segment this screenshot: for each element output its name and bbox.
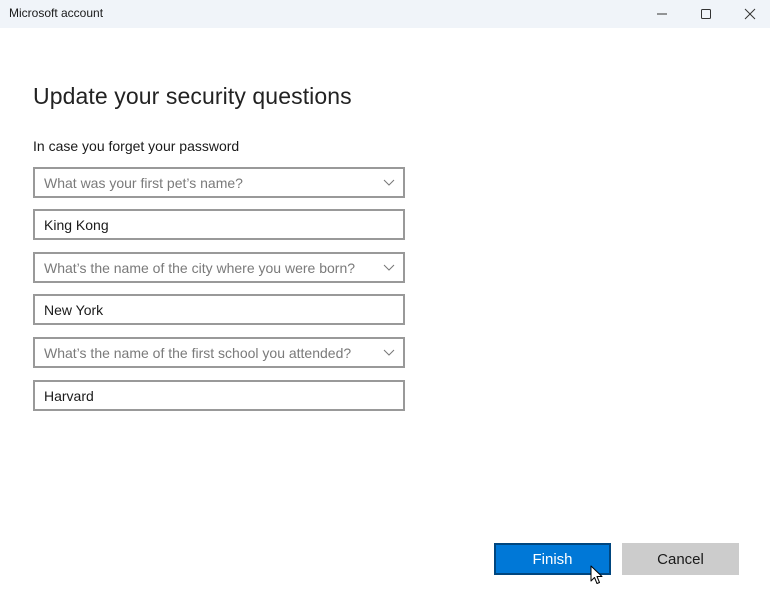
chevron-down-icon (383, 179, 395, 186)
security-question-2-placeholder: What’s the name of the city where you we… (44, 260, 356, 276)
chevron-down-icon (383, 264, 395, 271)
page-subtitle: In case you forget your password (33, 138, 240, 154)
maximize-icon (701, 9, 711, 19)
minimize-icon (657, 13, 667, 15)
minimize-button[interactable] (640, 0, 684, 28)
security-answer-3-value: Harvard (44, 388, 94, 404)
security-question-3-select[interactable]: What’s the name of the first school you … (33, 337, 405, 368)
security-answer-2-value: New York (44, 302, 104, 318)
close-button[interactable] (728, 0, 770, 28)
window-title: Microsoft account (9, 6, 104, 20)
security-question-1-placeholder: What was your first pet’s name? (44, 175, 243, 191)
mouse-pointer-icon (590, 565, 603, 584)
security-question-1-select[interactable]: What was your first pet’s name? (33, 167, 405, 198)
security-question-3-placeholder: What’s the name of the first school you … (44, 345, 352, 361)
page-title: Update your security questions (33, 83, 352, 109)
security-answer-1-input[interactable]: King Kong (33, 209, 405, 240)
close-icon (744, 8, 756, 20)
chevron-down-icon (383, 349, 395, 356)
security-question-2-select[interactable]: What’s the name of the city where you we… (33, 252, 405, 283)
security-answer-1-value: King Kong (44, 217, 109, 233)
title-bar: Microsoft account (0, 0, 770, 28)
security-answer-3-input[interactable]: Harvard (33, 380, 405, 411)
cancel-button[interactable]: Cancel (622, 543, 739, 575)
security-answer-2-input[interactable]: New York (33, 294, 405, 325)
maximize-button[interactable] (684, 0, 728, 28)
